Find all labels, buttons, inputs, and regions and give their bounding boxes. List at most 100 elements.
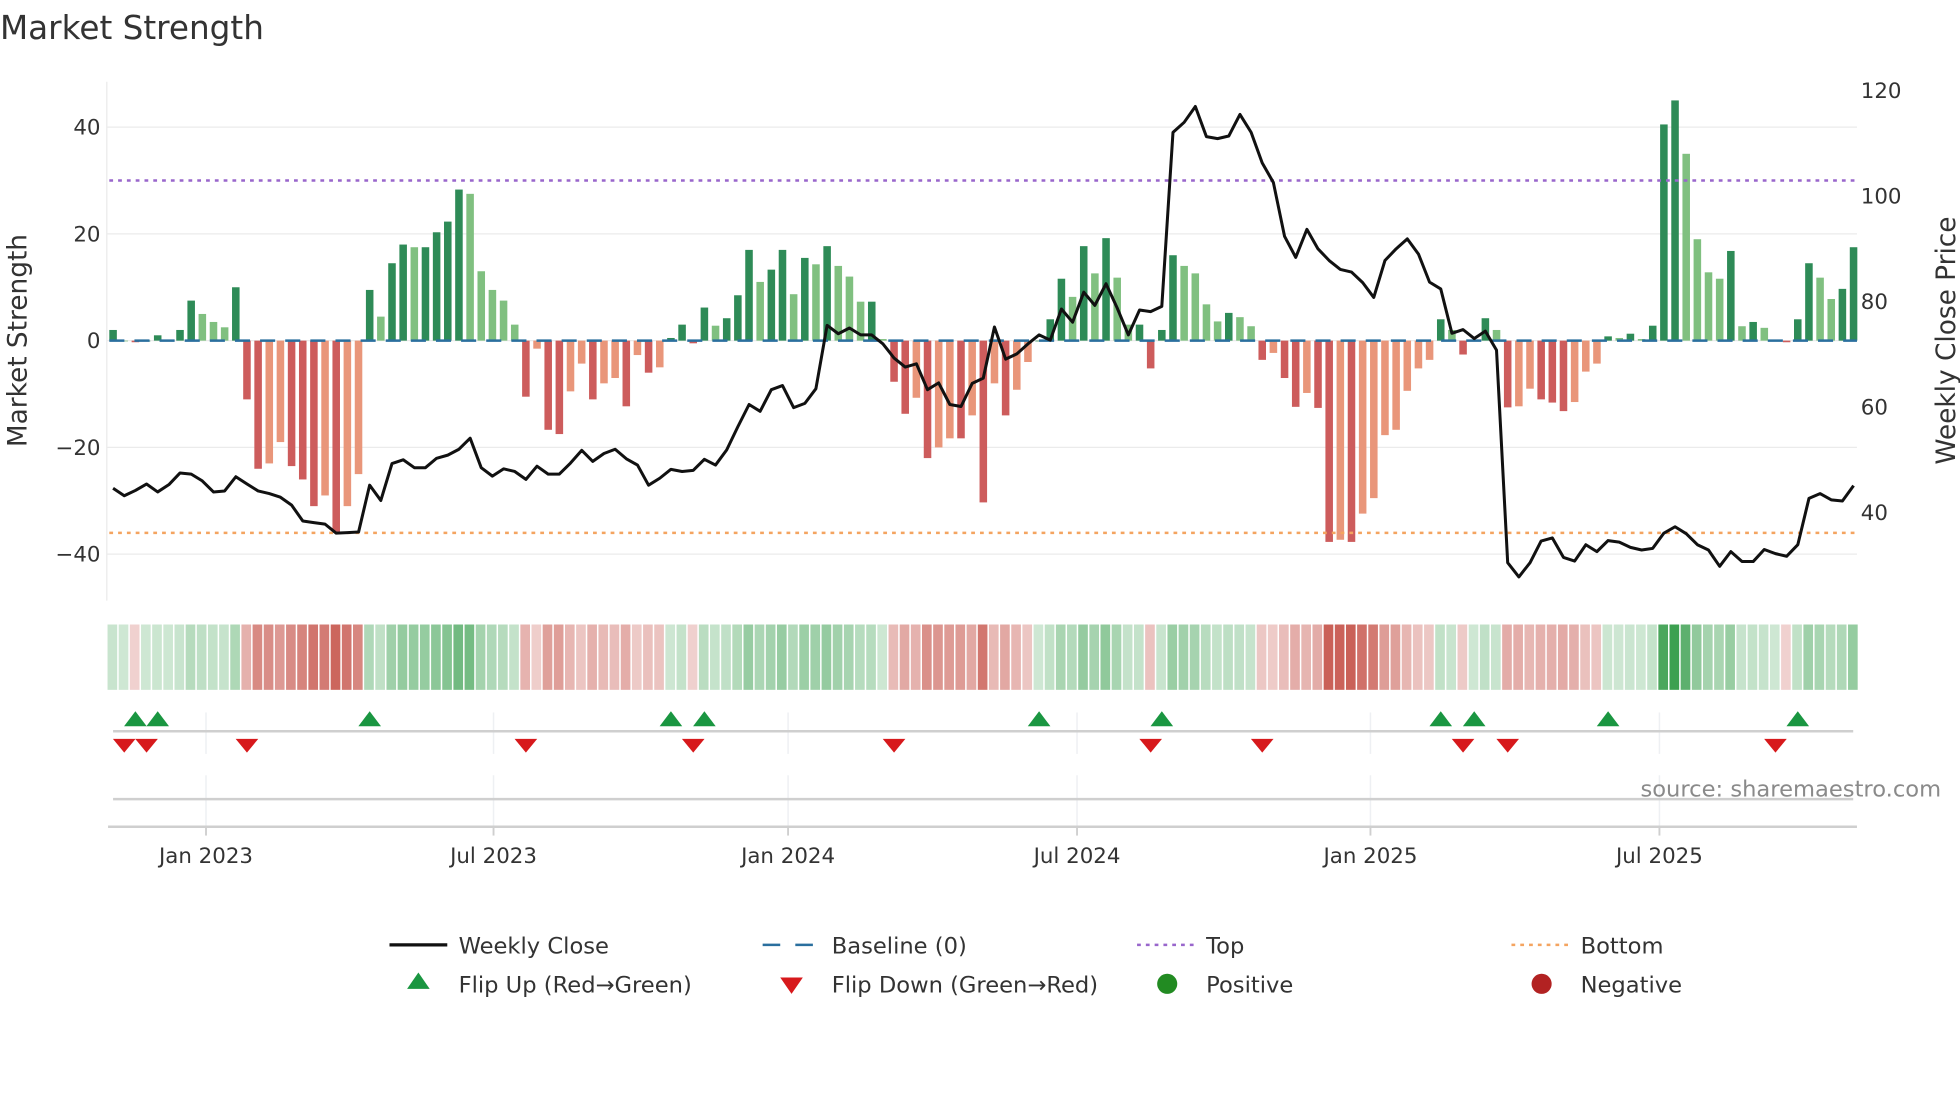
strength-strip-cell — [1435, 624, 1445, 690]
strength-strip-cell — [1691, 624, 1702, 690]
strength-strip-cell — [207, 624, 218, 690]
strength-strip-cell — [1323, 624, 1334, 690]
strength-strip-cell — [1122, 624, 1133, 690]
y2-axis-label: Weekly Close Price — [1932, 216, 1960, 464]
strength-strip-cell — [788, 624, 798, 690]
strength-strip-cell — [375, 624, 385, 690]
legend-label: Weekly Close — [459, 934, 609, 960]
strength-strip-cell — [988, 624, 999, 690]
strength-bar — [1213, 321, 1222, 341]
strength-bar — [1593, 340, 1601, 364]
strength-strip-cell — [419, 624, 430, 690]
strength-bar — [477, 271, 486, 341]
strength-bar — [209, 321, 218, 341]
strength-bar — [946, 340, 954, 439]
strength-bar — [444, 221, 452, 341]
strength-bar — [1838, 288, 1847, 341]
strength-strip-cell — [118, 624, 129, 690]
strength-strip-cell — [1022, 624, 1033, 690]
strength-bar — [1358, 340, 1367, 514]
strength-strip-cell — [866, 624, 876, 690]
y-tick-label: 0 — [87, 329, 101, 354]
strength-bar — [1559, 340, 1568, 412]
strength-bar — [488, 289, 497, 341]
strength-strip-cell — [654, 624, 664, 690]
strength-strip-cell — [1792, 624, 1802, 690]
strength-bar — [377, 316, 385, 341]
strength-strip-cell — [1390, 624, 1401, 690]
strength-strip-cell — [1133, 624, 1144, 690]
strength-bar — [265, 340, 274, 464]
strength-bar — [633, 340, 642, 356]
strength-strip-cell — [475, 624, 486, 690]
strength-strip-cell — [1580, 624, 1590, 690]
strength-strip-cell — [219, 624, 229, 690]
strength-bar — [745, 249, 753, 341]
strength-bar — [109, 329, 117, 341]
strength-bar — [834, 265, 843, 341]
strength-strip-cell — [687, 624, 698, 690]
strength-strip-cell — [1758, 624, 1769, 690]
legend-label: Flip Down (Green→Red) — [832, 973, 1098, 999]
strength-bar — [756, 281, 764, 341]
strength-bar — [1704, 272, 1713, 341]
legend-label: Negative — [1581, 973, 1682, 999]
strength-strip-cell — [486, 624, 497, 690]
strength-strip-cell — [743, 624, 754, 690]
flip-up-marker — [1462, 711, 1486, 727]
strength-strip-cell — [386, 624, 397, 690]
legend: Weekly Close Baseline (0) Top Bottom Flip Up… — [389, 934, 1682, 999]
strength-bar — [276, 340, 285, 443]
strength-bar — [298, 340, 307, 480]
strength-strip-cell — [698, 624, 709, 690]
strength-bar — [410, 247, 419, 341]
strength-bar — [600, 340, 608, 384]
strength-strip-cell — [1200, 624, 1211, 690]
strength-strip-cell — [1234, 624, 1245, 690]
strength-bar — [522, 340, 530, 397]
strength-strip-cell — [1000, 624, 1010, 690]
strength-strip-cell — [643, 624, 653, 690]
strength-strip-cell — [1848, 624, 1858, 690]
legend-label: Flip Up (Red→Green) — [459, 973, 692, 999]
strength-bar — [1381, 340, 1389, 436]
strength-strip-cell — [1256, 624, 1267, 690]
strength-bar — [700, 307, 709, 341]
strength-strip-cell — [576, 624, 586, 690]
strength-strip-cell — [1502, 624, 1512, 690]
strength-bar — [321, 340, 329, 496]
strength-strip-cell — [810, 624, 821, 690]
strength-bar — [1347, 340, 1356, 542]
strength-bar — [388, 263, 396, 341]
legend-item: Top — [1137, 934, 1244, 960]
strength-strip-cell — [241, 624, 252, 690]
strength-bar — [1492, 329, 1501, 341]
strength-strip-cell — [1636, 624, 1646, 690]
strength-bar — [1291, 340, 1300, 407]
strength-bar — [1303, 340, 1311, 393]
strength-bar — [801, 257, 809, 341]
strength-strip-cell — [1457, 624, 1468, 690]
strength-strip-cell — [107, 624, 118, 690]
strength-strip-cell — [129, 624, 140, 690]
strength-strip-cell — [1803, 624, 1814, 690]
y-tick-label: 40 — [73, 116, 100, 141]
strength-strip-cell — [1446, 624, 1457, 690]
strength-bar — [220, 327, 229, 341]
strength-bar — [1648, 325, 1657, 341]
strength-bar — [1158, 329, 1166, 341]
strength-strip-cell — [1736, 624, 1747, 690]
strength-bar — [455, 189, 463, 341]
strength-strip-cell — [230, 624, 240, 690]
strength-bar — [1414, 340, 1423, 369]
strength-bar — [923, 340, 932, 459]
strength-strip-cell — [1714, 624, 1724, 690]
strength-bar — [1191, 273, 1200, 341]
strength-strip-cell — [542, 624, 553, 690]
strength-strip-cell — [1647, 624, 1657, 690]
flip-down-marker — [112, 738, 136, 753]
strength-strip-cell — [1825, 624, 1836, 690]
strength-strip-cell — [665, 624, 676, 690]
strength-bar — [510, 324, 519, 341]
strength-strip-cell — [1111, 624, 1122, 690]
